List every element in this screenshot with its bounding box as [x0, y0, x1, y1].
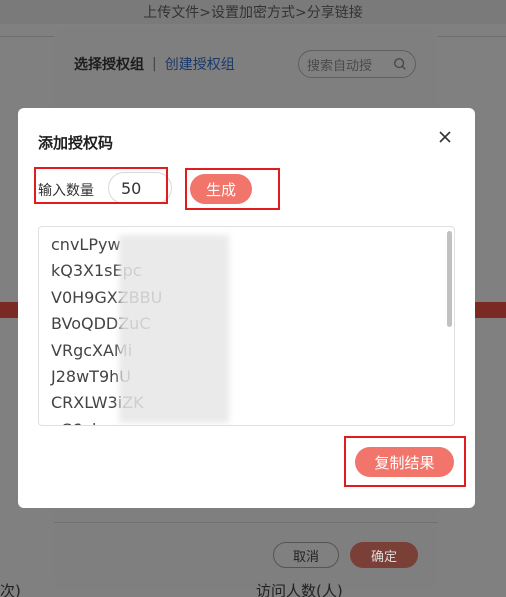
tab-create-group[interactable]: 创建授权组: [165, 54, 235, 74]
search-icon: [394, 58, 406, 70]
panel-tabs: 选择授权组 | 创建授权组: [74, 54, 235, 74]
breadcrumb: 上传文件>设置加密方式>分享链接: [0, 0, 506, 24]
quantity-input[interactable]: [108, 172, 172, 204]
confirm-button[interactable]: 确定: [350, 542, 418, 568]
column-header-visitors: 访问人数(人): [256, 582, 343, 597]
tab-divider: |: [152, 56, 157, 72]
add-auth-code-dialog: 添加授权码 输入数量 生成 cnvLPyw kQ3X1sEpc V0H9GXZB…: [18, 108, 475, 508]
redaction-blur: [119, 235, 229, 423]
search-placeholder: 搜索自动授: [307, 58, 373, 74]
scrollbar-thumb[interactable]: [447, 231, 452, 327]
generate-button[interactable]: 生成: [190, 174, 252, 204]
quantity-label: 输入数量: [38, 183, 94, 199]
column-header-fragment: 次): [0, 582, 21, 597]
dialog-title: 添加授权码: [38, 134, 114, 152]
panel-footer-divider: [54, 522, 438, 523]
result-textarea[interactable]: cnvLPyw kQ3X1sEpc V0H9GXZBBU BVoQDDZuC V…: [38, 226, 455, 426]
tab-select-group[interactable]: 选择授权组: [74, 54, 144, 74]
search-input[interactable]: 搜索自动授: [298, 50, 416, 78]
close-icon[interactable]: [437, 129, 453, 145]
copy-results-button[interactable]: 复制结果: [355, 447, 454, 477]
cancel-button[interactable]: 取消: [273, 542, 339, 568]
